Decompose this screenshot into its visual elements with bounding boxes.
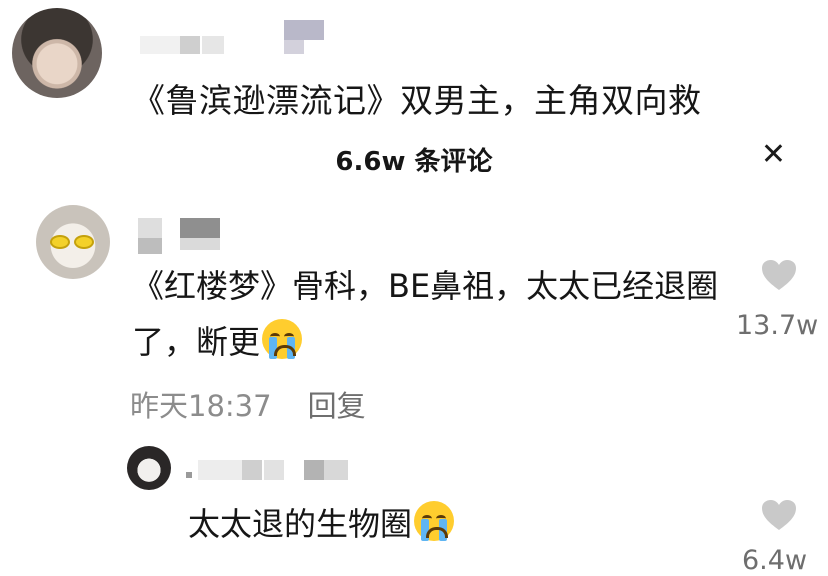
- reply-author-name-blurred[interactable]: [186, 458, 366, 484]
- crying-face-icon: [262, 319, 303, 359]
- commenter-name-blurred[interactable]: [138, 218, 228, 258]
- heart-icon[interactable]: [760, 258, 798, 292]
- comment-body: 《红楼梦》骨科，BE鼻祖，太太已经退圈了，断更: [132, 267, 719, 361]
- comment-meta: 昨天18:37 回复: [130, 383, 366, 425]
- comment-time: 昨天18:37: [130, 389, 272, 423]
- post-title: 《鲁滨逊漂流记》双男主，主角双向救: [132, 81, 702, 120]
- reply-like-count: 6.4w: [742, 545, 808, 576]
- glasses-icon: [50, 235, 96, 249]
- reply-button[interactable]: 回复: [308, 389, 366, 423]
- close-icon[interactable]: ✕: [761, 140, 786, 170]
- comments-count-header: 6.6w 条评论: [335, 147, 493, 177]
- comment-text: 《红楼梦》骨科，BE鼻祖，太太已经退圈了，断更: [132, 258, 722, 370]
- post-author-avatar[interactable]: [12, 8, 102, 98]
- reply-author-avatar[interactable]: [127, 446, 171, 490]
- post-author-name-blurred[interactable]: [140, 20, 330, 60]
- commenter-avatar[interactable]: [36, 205, 110, 279]
- heart-icon[interactable]: [760, 498, 798, 532]
- reply-body: 太太退的生物圈: [188, 505, 413, 543]
- like-count: 13.7w: [736, 310, 819, 341]
- crying-face-icon: [414, 501, 455, 541]
- reply-text: 太太退的生物圈: [188, 496, 728, 552]
